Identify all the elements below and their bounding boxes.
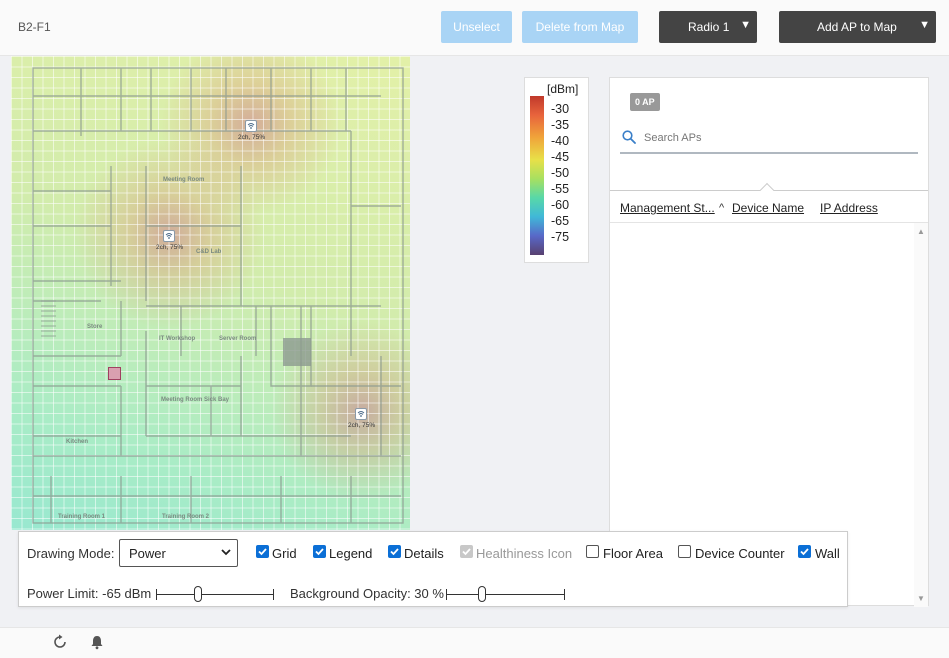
access-point-marker[interactable]: [245, 120, 257, 132]
legend-tick: -30: [551, 102, 570, 116]
caret-down-icon: ▼: [740, 19, 751, 31]
wall-checkbox[interactable]: [798, 545, 811, 558]
device-counter-checkbox-label: Device Counter: [695, 546, 785, 561]
legend-tick: -35: [551, 118, 570, 132]
slider-end: [156, 589, 157, 600]
column-header-device-name[interactable]: Device Name: [732, 201, 804, 215]
floor-plan-walls: [32, 67, 404, 524]
slider-end: [273, 589, 274, 600]
wifi-icon: [247, 123, 255, 129]
details-checkbox[interactable]: [388, 545, 401, 558]
column-header-management-status[interactable]: Management St...: [620, 201, 715, 215]
room-label: IT Workshop: [159, 336, 196, 342]
unselect-button[interactable]: Unselect: [441, 11, 512, 43]
caret-down-icon: ▼: [919, 19, 930, 31]
check-icon: [462, 548, 471, 556]
room-label: Meeting Room: [161, 397, 203, 403]
divider-notch: [759, 182, 775, 198]
power-limit-label: Power Limit: -65 dBm: [27, 586, 152, 601]
room-label: Store: [87, 324, 103, 330]
background-opacity-label: Background Opacity: 30 %: [290, 586, 444, 601]
drawing-mode-value: Power: [129, 545, 166, 561]
drawing-mode-label: Drawing Mode:: [27, 546, 115, 561]
add-ap-label: Add AP to Map: [817, 20, 897, 34]
access-point-label: 2ch, 75%: [238, 134, 266, 141]
legend-tick: -40: [551, 134, 570, 148]
bell-icon[interactable]: [89, 634, 105, 650]
search-icon: [622, 130, 636, 144]
ap-list-panel: 0 AP Management St... ^ Device Name IP A…: [609, 77, 929, 607]
map-options-bar: Drawing Mode: Power Grid Legend Details …: [18, 531, 848, 607]
signal-legend: [dBm] -30 -35 -40 -45 -50 -55 -60 -65 -7…: [524, 77, 589, 263]
details-checkbox-label: Details: [404, 546, 444, 561]
legend-tick: -55: [551, 182, 570, 196]
grid-checkbox-label: Grid: [272, 546, 297, 561]
access-point-marker[interactable]: [355, 408, 367, 420]
room-label: Sick Bay: [204, 397, 230, 403]
healthiness-icon-checkbox: [460, 545, 473, 558]
access-point-marker[interactable]: [163, 230, 175, 242]
legend-tick: -50: [551, 166, 570, 180]
search-input[interactable]: [644, 129, 914, 147]
sort-ascending-icon: ^: [719, 202, 725, 214]
floor-area-checkbox[interactable]: [586, 545, 599, 558]
panel-divider: [610, 182, 928, 198]
drawing-mode-select[interactable]: Power: [119, 539, 238, 567]
wifi-icon: [165, 233, 173, 239]
refresh-icon[interactable]: [52, 634, 68, 650]
wifi-icon: [357, 411, 365, 417]
room-label: C&D Lab: [196, 249, 222, 255]
legend-tick: -45: [551, 150, 570, 164]
check-icon: [258, 548, 267, 556]
floor-area-checkbox-label: Floor Area: [603, 546, 663, 561]
radio-dropdown-label: Radio 1: [688, 20, 730, 34]
chevron-down-icon: [221, 549, 231, 556]
radio-dropdown[interactable]: Radio 1 ▼: [659, 11, 757, 43]
room-label: Server Room: [219, 336, 257, 342]
scroll-down-icon[interactable]: ▼: [917, 594, 925, 603]
device-counter-checkbox[interactable]: [678, 545, 691, 558]
device-marker[interactable]: [108, 367, 121, 380]
room-label: Kitchen: [66, 439, 89, 445]
room-label: Training Room 1: [58, 514, 106, 520]
add-ap-to-map-dropdown[interactable]: Add AP to Map ▼: [779, 11, 936, 43]
legend-tick: -65: [551, 214, 570, 228]
heatmap-floor-plan[interactable]: Meeting Room C&D Lab Store IT Workshop S…: [11, 56, 410, 530]
background-opacity-slider-thumb[interactable]: [478, 586, 486, 602]
check-icon: [390, 548, 399, 556]
access-point-label: 2ch, 75%: [156, 244, 184, 251]
ap-search[interactable]: [620, 126, 918, 154]
ap-count-badge: 0 AP: [630, 93, 660, 111]
power-limit-slider-thumb[interactable]: [194, 586, 202, 602]
power-limit-slider[interactable]: [156, 586, 274, 602]
grid-checkbox[interactable]: [256, 545, 269, 558]
delete-from-map-button[interactable]: Delete from Map: [522, 11, 638, 43]
legend-checkbox[interactable]: [313, 545, 326, 558]
room-label: Training Room 2: [162, 514, 210, 520]
check-icon: [315, 548, 324, 556]
column-header-ip-address[interactable]: IP Address: [820, 201, 878, 215]
check-icon: [800, 548, 809, 556]
legend-unit: [dBm]: [547, 82, 579, 96]
access-point-label: 2ch, 75%: [348, 422, 376, 429]
background-opacity-slider[interactable]: [446, 586, 565, 602]
slider-end: [564, 589, 565, 600]
scroll-up-icon[interactable]: ▲: [917, 227, 925, 236]
top-toolbar: B2-F1 Unselect Delete from Map Radio 1 ▼…: [0, 0, 949, 56]
wall-checkbox-label: Wall: [815, 546, 840, 561]
legend-tick: -60: [551, 198, 570, 212]
ap-list-scrollbar[interactable]: ▲ ▼: [914, 223, 928, 607]
bottom-bar: [0, 627, 949, 658]
floor-name: B2-F1: [18, 20, 51, 34]
legend-checkbox-label: Legend: [329, 546, 373, 561]
slider-end: [446, 589, 447, 600]
legend-tick: -75: [551, 230, 570, 244]
healthiness-icon-checkbox-label: Healthiness Icon: [476, 546, 573, 561]
legend-color-scale: [530, 96, 544, 255]
room-label: Meeting Room: [163, 177, 205, 183]
